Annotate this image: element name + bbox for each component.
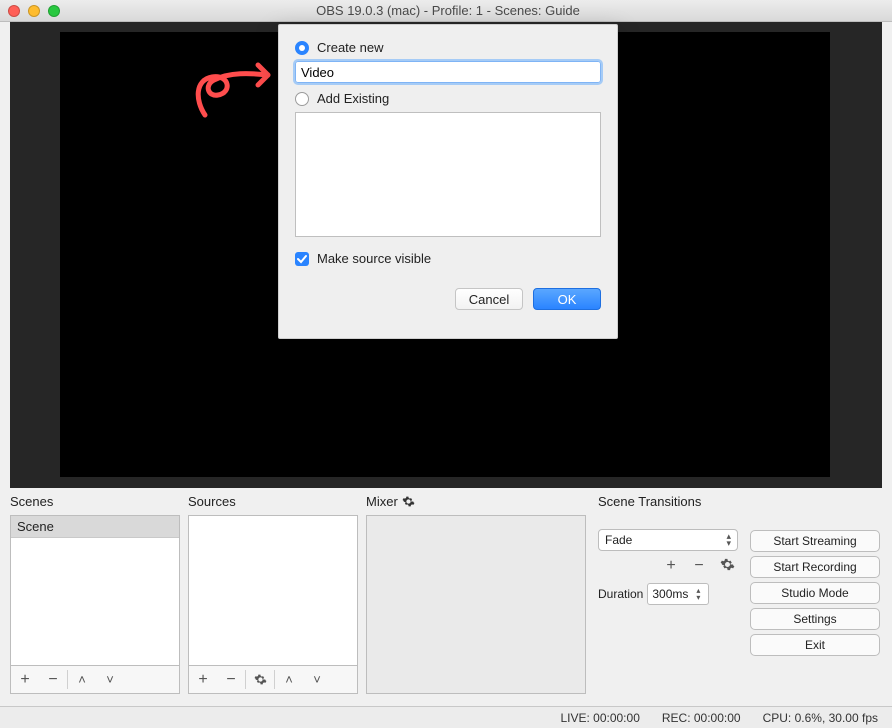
start-recording-button[interactable]: Start Recording bbox=[750, 556, 880, 578]
add-source-button[interactable]: + bbox=[189, 666, 217, 693]
sources-list[interactable] bbox=[188, 515, 358, 666]
sources-toolbar: + − ˄ ˅ bbox=[188, 666, 358, 694]
plus-icon: + bbox=[666, 557, 675, 574]
move-scene-down-button[interactable]: ˅ bbox=[96, 666, 124, 693]
controls-panel: Start Streaming Start Recording Studio M… bbox=[750, 494, 880, 694]
chevron-up-icon: ˄ bbox=[78, 672, 86, 687]
remove-source-button[interactable]: − bbox=[217, 666, 245, 693]
existing-sources-list[interactable] bbox=[295, 112, 601, 237]
window-title: OBS 19.0.3 (mac) - Profile: 1 - Scenes: … bbox=[12, 3, 884, 18]
scenes-panel: Scenes Scene + − ˄ ˅ bbox=[10, 494, 180, 694]
source-name-input[interactable] bbox=[295, 61, 601, 83]
scenes-toolbar: + − ˄ ˅ bbox=[10, 666, 180, 694]
exit-button[interactable]: Exit bbox=[750, 634, 880, 656]
transitions-panel: Scene Transitions Fade ▴▾ + − Duration 3… bbox=[598, 494, 738, 694]
scenes-label: Scenes bbox=[10, 494, 180, 509]
status-rec: REC: 00:00:00 bbox=[662, 711, 741, 725]
add-existing-label: Add Existing bbox=[317, 91, 389, 106]
gear-icon bbox=[720, 557, 735, 572]
gear-icon bbox=[254, 673, 267, 686]
start-streaming-button[interactable]: Start Streaming bbox=[750, 530, 880, 552]
radio-unselected-icon bbox=[295, 92, 309, 106]
status-cpu: CPU: 0.6%, 30.00 fps bbox=[763, 711, 878, 725]
mixer-panel: Mixer bbox=[366, 494, 586, 694]
move-source-down-button[interactable]: ˅ bbox=[303, 666, 331, 693]
duration-spinner[interactable]: 300ms ▴▾ bbox=[647, 583, 709, 605]
create-new-radio[interactable]: Create new bbox=[295, 40, 601, 55]
chevron-down-icon: ˅ bbox=[106, 672, 114, 687]
add-scene-button[interactable]: + bbox=[11, 666, 39, 693]
titlebar: OBS 19.0.3 (mac) - Profile: 1 - Scenes: … bbox=[0, 0, 892, 22]
move-source-up-button[interactable]: ˄ bbox=[275, 666, 303, 693]
make-visible-checkbox[interactable]: Make source visible bbox=[295, 251, 601, 266]
status-live: LIVE: 00:00:00 bbox=[560, 711, 639, 725]
select-arrows-icon: ▴▾ bbox=[726, 533, 731, 547]
settings-button[interactable]: Settings bbox=[750, 608, 880, 630]
minus-icon: − bbox=[694, 557, 703, 574]
add-transition-button[interactable]: + bbox=[662, 557, 680, 577]
checkbox-checked-icon bbox=[295, 252, 309, 266]
sources-panel: Sources + − ˄ ˅ bbox=[188, 494, 358, 694]
mixer-box bbox=[366, 515, 586, 694]
make-visible-label: Make source visible bbox=[317, 251, 431, 266]
duration-row: Duration 300ms ▴▾ bbox=[598, 583, 738, 605]
duration-label: Duration bbox=[598, 587, 643, 601]
studio-mode-button[interactable]: Studio Mode bbox=[750, 582, 880, 604]
transitions-label: Scene Transitions bbox=[598, 494, 738, 509]
mixer-label: Mixer bbox=[366, 494, 586, 509]
minus-icon: − bbox=[48, 671, 57, 689]
add-existing-radio[interactable]: Add Existing bbox=[295, 91, 601, 106]
create-new-label: Create new bbox=[317, 40, 383, 55]
ok-button[interactable]: OK bbox=[533, 288, 601, 310]
radio-selected-icon bbox=[295, 41, 309, 55]
status-bar: LIVE: 00:00:00 REC: 00:00:00 CPU: 0.6%, … bbox=[0, 706, 892, 728]
remove-scene-button[interactable]: − bbox=[39, 666, 67, 693]
cancel-button[interactable]: Cancel bbox=[455, 288, 523, 310]
chevron-up-icon: ˄ bbox=[285, 672, 293, 687]
move-scene-up-button[interactable]: ˄ bbox=[68, 666, 96, 693]
create-source-dialog: Create new Add Existing Make source visi… bbox=[278, 24, 618, 339]
duration-value: 300ms bbox=[652, 587, 688, 601]
bottom-panels: Scenes Scene + − ˄ ˅ Sources + − ˄ ˅ M bbox=[10, 494, 882, 694]
plus-icon: + bbox=[198, 671, 207, 689]
transition-select[interactable]: Fade ▴▾ bbox=[598, 529, 738, 551]
gear-icon[interactable] bbox=[402, 495, 415, 508]
transition-properties-button[interactable] bbox=[718, 557, 736, 577]
chevron-down-icon: ˅ bbox=[313, 672, 321, 687]
spinner-arrows-icon: ▴▾ bbox=[692, 587, 704, 601]
scenes-list[interactable]: Scene bbox=[10, 515, 180, 666]
minus-icon: − bbox=[226, 671, 235, 689]
transition-selected: Fade bbox=[605, 533, 632, 547]
remove-transition-button[interactable]: − bbox=[690, 557, 708, 577]
plus-icon: + bbox=[20, 671, 29, 689]
source-properties-button[interactable] bbox=[246, 666, 274, 693]
list-item[interactable]: Scene bbox=[11, 516, 179, 538]
sources-label: Sources bbox=[188, 494, 358, 509]
